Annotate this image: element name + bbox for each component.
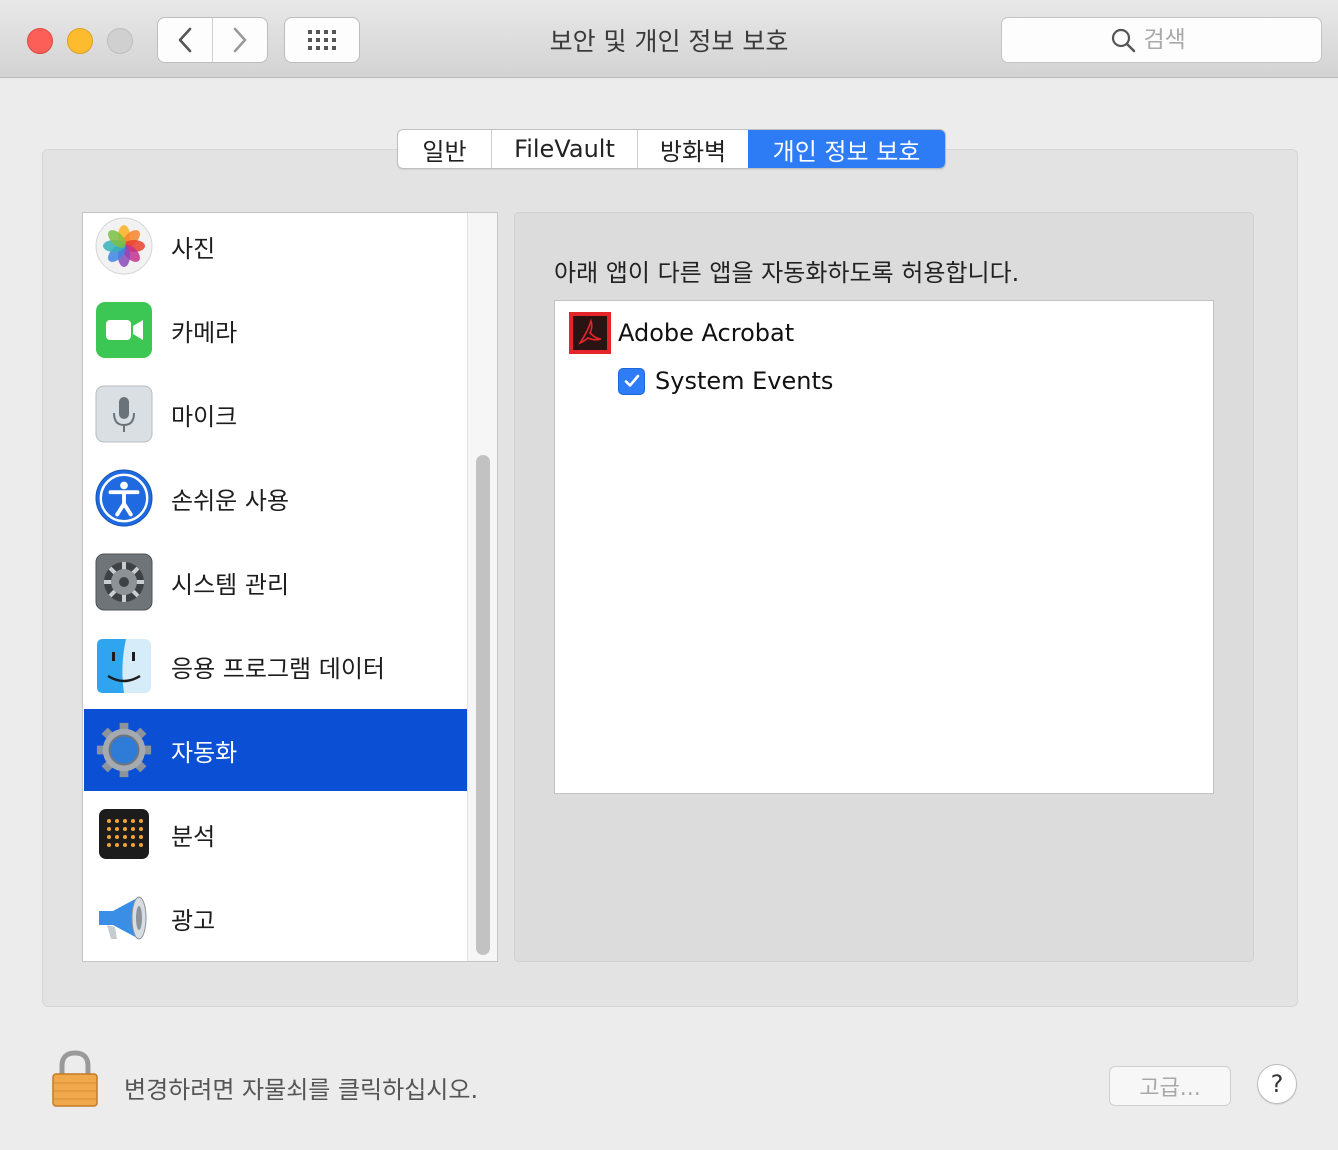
back-button[interactable] xyxy=(158,18,212,62)
system-gear-icon xyxy=(95,553,153,611)
sidebar-item-label: 손쉬운 사용 xyxy=(171,486,290,515)
app-name: Adobe Acrobat xyxy=(618,319,795,347)
sidebar-item-label: 마이크 xyxy=(171,402,238,431)
sidebar-item-advertising[interactable]: 광고 xyxy=(84,877,467,959)
adobe-acrobat-icon xyxy=(569,312,611,354)
tab-privacy[interactable]: 개인 정보 보호 xyxy=(748,130,945,168)
sidebar-item-label: 사진 xyxy=(171,234,216,263)
tab-bar: 일반 FileVault 방화벽 개인 정보 보호 xyxy=(397,129,946,169)
microphone-icon xyxy=(95,385,153,443)
automation-gear-icon xyxy=(95,721,153,779)
search-icon xyxy=(1111,28,1135,53)
sidebar-item-label: 응용 프로그램 데이터 xyxy=(171,654,385,683)
sidebar-scrollbar[interactable] xyxy=(467,213,497,961)
sidebar-item-label: 카메라 xyxy=(171,318,238,347)
sidebar-item-label: 광고 xyxy=(171,906,216,935)
sidebar-item-camera[interactable]: 카메라 xyxy=(84,289,467,371)
advanced-button[interactable]: 고급... xyxy=(1109,1066,1231,1106)
camera-icon xyxy=(95,301,153,359)
permission-row-system-events[interactable]: System Events xyxy=(618,361,833,401)
sidebar-item-label: 자동화 xyxy=(171,738,238,767)
checkmark-icon xyxy=(624,374,639,387)
sidebar-scroll-thumb[interactable] xyxy=(476,455,490,955)
sidebar-item-full-disk-access[interactable]: 시스템 관리 xyxy=(84,541,467,623)
search-input[interactable] xyxy=(1143,27,1214,53)
analytics-icon xyxy=(95,805,153,863)
lock-button[interactable] xyxy=(50,1050,100,1108)
megaphone-icon xyxy=(95,889,153,947)
sidebar-item-automation[interactable]: 자동화 xyxy=(84,709,467,791)
tab-firewall[interactable]: 방화벽 xyxy=(637,130,748,168)
automation-app-list[interactable]: Adobe Acrobat System Events xyxy=(554,300,1214,794)
app-row-adobe-acrobat[interactable]: Adobe Acrobat xyxy=(568,309,794,357)
search-field[interactable] xyxy=(1001,17,1322,63)
sidebar-item-app-data[interactable]: 응용 프로그램 데이터 xyxy=(84,625,467,707)
tab-general[interactable]: 일반 xyxy=(398,130,491,168)
zoom-window-button[interactable] xyxy=(107,28,133,54)
forward-button[interactable] xyxy=(212,18,267,62)
automation-description: 아래 앱이 다른 앱을 자동화하도록 허용합니다. xyxy=(554,259,1020,287)
minimize-window-button[interactable] xyxy=(67,28,93,54)
permission-name: System Events xyxy=(655,367,834,395)
photos-icon xyxy=(95,217,153,275)
sidebar-item-microphone[interactable]: 마이크 xyxy=(84,373,467,455)
sidebar-item-photos[interactable]: 사진 xyxy=(84,213,467,287)
sidebar-item-label: 분석 xyxy=(171,822,216,851)
sidebar-item-label: 시스템 관리 xyxy=(171,570,290,599)
grid-icon xyxy=(308,30,336,50)
system-events-checkbox[interactable] xyxy=(618,367,645,395)
window-title: 보안 및 개인 정보 보호 xyxy=(549,27,789,56)
lock-instruction: 변경하려면 자물쇠를 클릭하십시오. xyxy=(124,1076,479,1104)
tab-filevault[interactable]: FileVault xyxy=(491,130,637,168)
padlock-icon xyxy=(52,1050,98,1107)
finder-icon xyxy=(95,637,153,695)
sidebar-item-accessibility[interactable]: 손쉬운 사용 xyxy=(84,457,467,539)
show-all-button[interactable] xyxy=(284,17,360,63)
chevron-left-icon xyxy=(178,27,192,53)
sidebar-item-analytics[interactable]: 분석 xyxy=(84,793,467,875)
chevron-right-icon xyxy=(233,27,247,53)
help-button[interactable]: ? xyxy=(1257,1064,1297,1104)
privacy-category-list[interactable]: 사진 카메라 마이크 손쉬운 사용 시스템 관리 응용 프로그램 데이터 자동화… xyxy=(82,212,498,962)
accessibility-icon xyxy=(95,469,153,527)
navigation-buttons xyxy=(157,17,268,63)
title-bar: 보안 및 개인 정보 보호 xyxy=(0,0,1338,78)
close-window-button[interactable] xyxy=(27,28,53,54)
